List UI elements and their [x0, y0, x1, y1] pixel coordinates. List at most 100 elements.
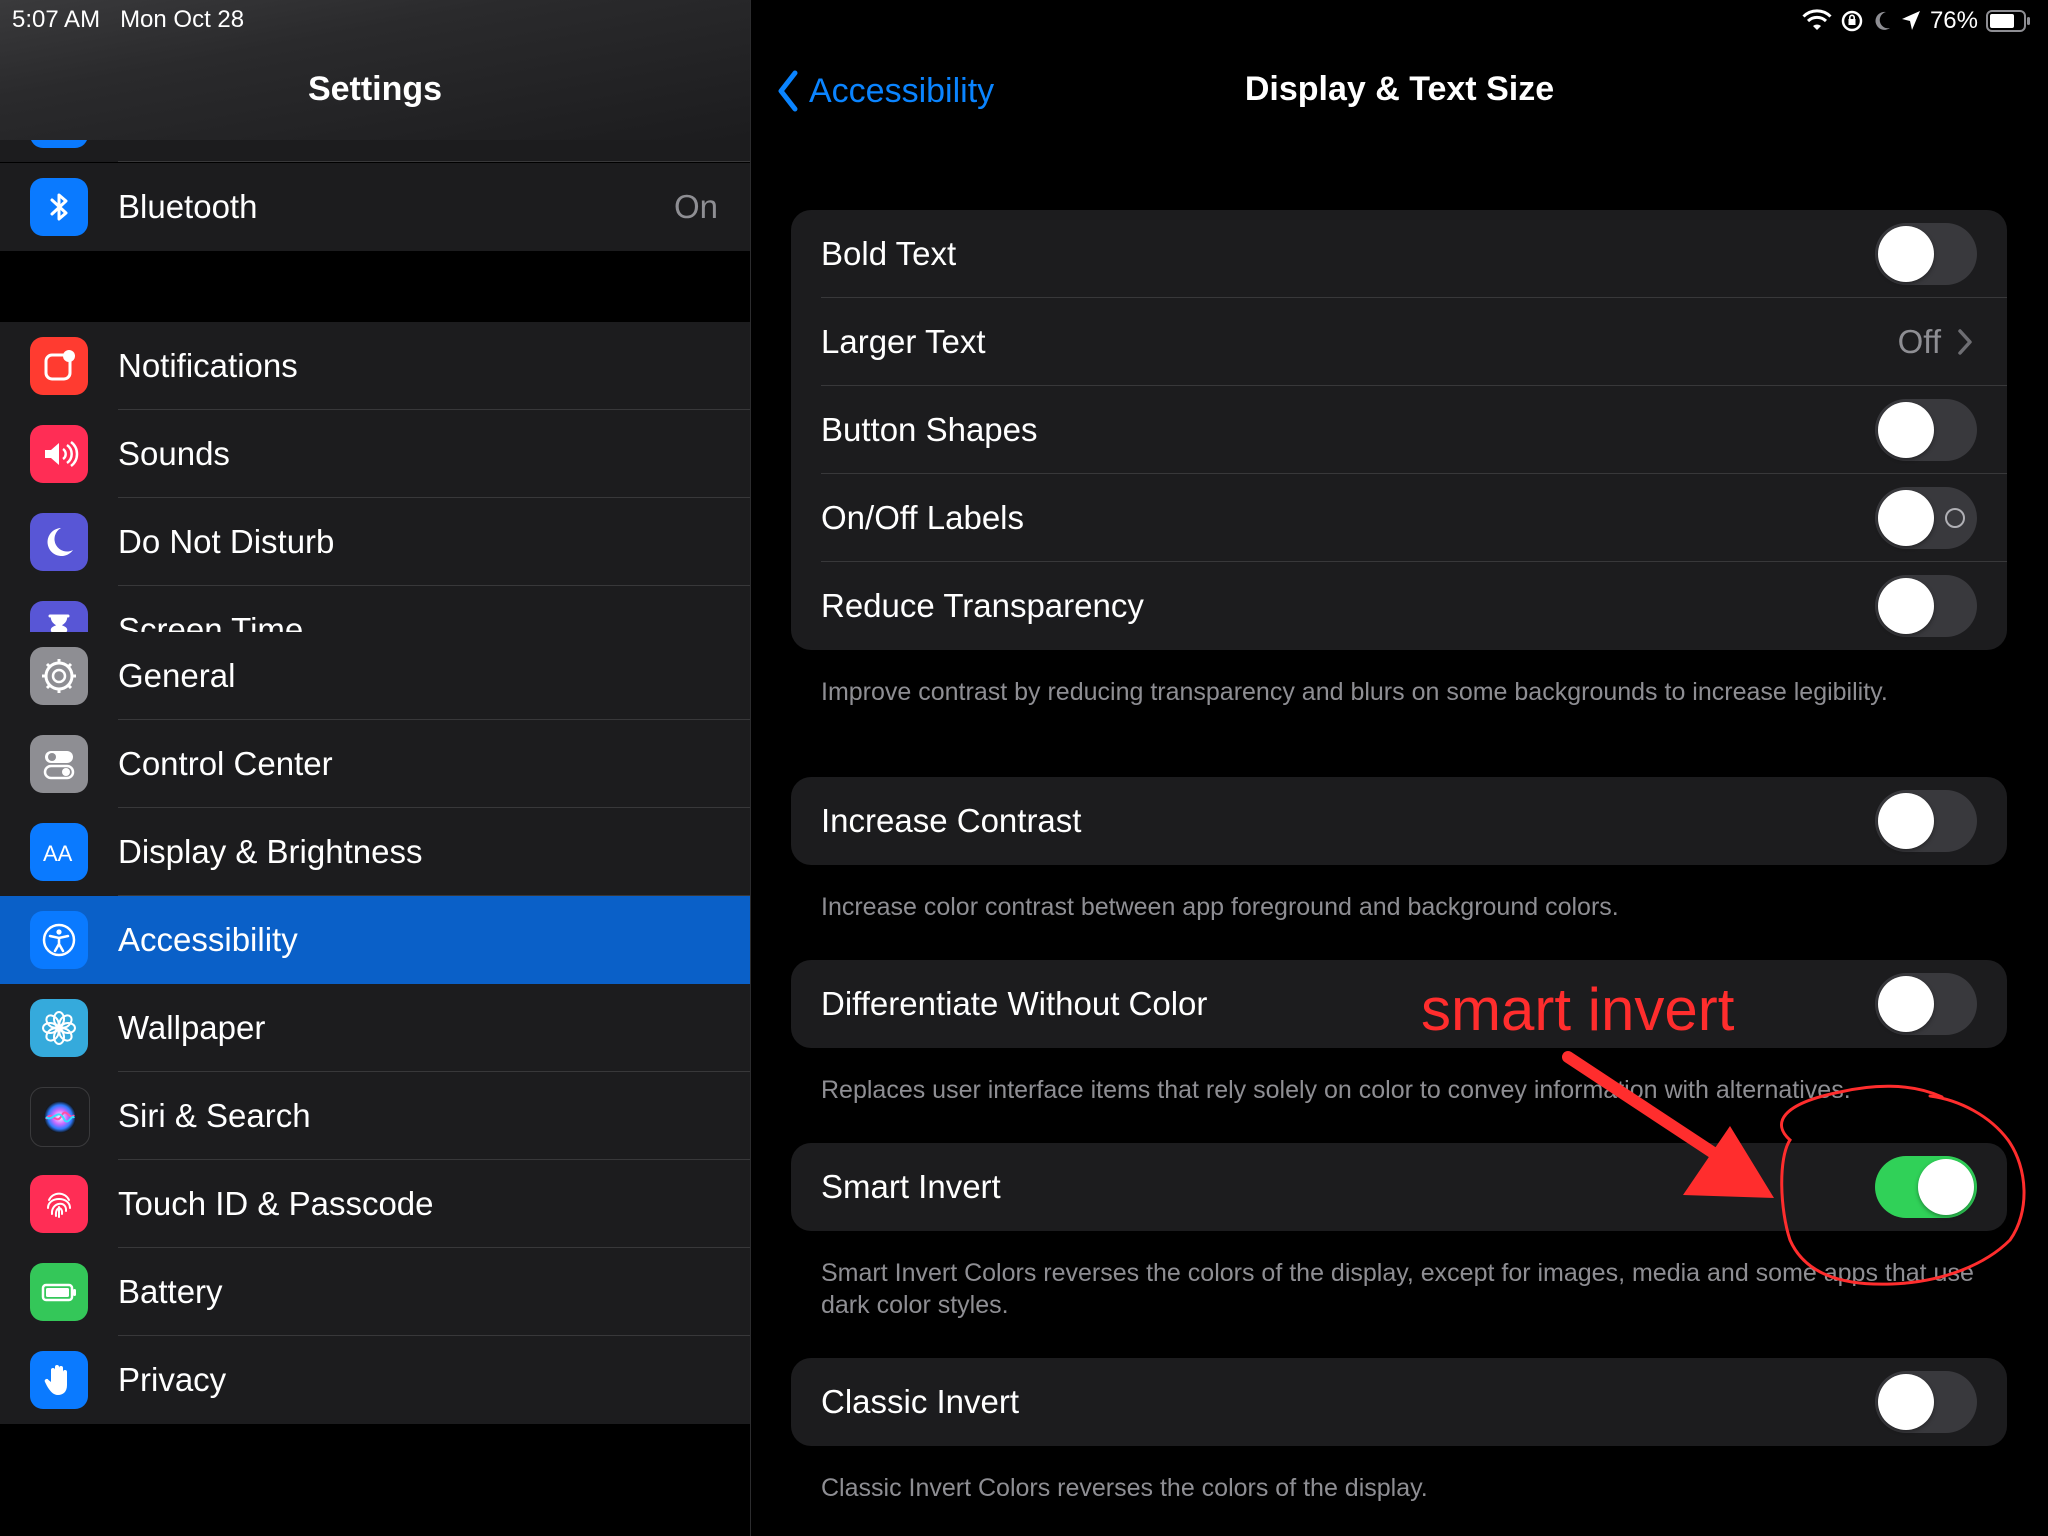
battery-icon	[30, 1263, 88, 1321]
settings-sidebar: 5:07 AM Mon Oct 28 Settings Bluetooth On No…	[0, 0, 751, 1536]
toggle-knob	[1878, 226, 1934, 282]
section-footer: Smart Invert Colors reverses the colors …	[821, 1259, 1974, 1319]
reduce-transparency-toggle[interactable]	[1875, 575, 1977, 637]
sidebar-item-accessibility[interactable]: Accessibility	[0, 896, 750, 984]
switches-icon	[30, 735, 88, 793]
sidebar-group: Bluetooth On	[0, 163, 750, 251]
setting-row-on-off-labels: On/Off Labels	[791, 474, 2007, 562]
chevron-right-icon	[1955, 326, 1975, 358]
sidebar-item-label: Wallpaper	[118, 1009, 266, 1046]
differentiate-without-color-toggle[interactable]	[1875, 973, 1977, 1035]
setting-label: Differentiate Without Color	[821, 985, 1208, 1022]
sidebar-item-privacy[interactable]: Privacy	[0, 1336, 750, 1424]
siri-icon	[30, 1087, 90, 1147]
increase-contrast-toggle[interactable]	[1875, 790, 1977, 852]
row-separator	[118, 161, 750, 162]
bold-text-toggle[interactable]	[1875, 223, 1977, 285]
sidebar-item-label: Siri & Search	[118, 1097, 311, 1134]
setting-label: Increase Contrast	[821, 802, 1082, 839]
location-icon	[1901, 11, 1920, 30]
sidebar-item-value: On	[673, 188, 718, 225]
classic-invert-toggle[interactable]	[1875, 1371, 1977, 1433]
detail-pane: 76% Accessibility Display & Text Size Bo…	[751, 0, 2048, 1536]
toggle-knob	[1878, 402, 1934, 458]
sidebar-item-label: Control Center	[118, 745, 333, 782]
sidebar-item-touch-id-and-passcode[interactable]: Touch ID & Passcode	[0, 1160, 750, 1248]
sidebar-item-wallpaper[interactable]: Wallpaper	[0, 984, 750, 1072]
setting-label: Larger Text	[821, 323, 986, 360]
notifications-icon	[30, 337, 88, 395]
speaker-icon	[30, 425, 88, 483]
sidebar-item-label: Bluetooth	[118, 188, 258, 225]
sidebar-group: Notifications Sounds Do Not Disturb Screen …	[0, 322, 750, 674]
toggle-knob	[1878, 976, 1934, 1032]
setting-row-larger-text[interactable]: Larger Text Off	[791, 298, 2007, 386]
setting-row-classic-invert: Classic Invert	[791, 1358, 2007, 1446]
sidebar-item-bluetooth[interactable]: Bluetooth On	[0, 163, 750, 251]
svg-text:AA: AA	[43, 841, 73, 866]
sidebar-item-label: General	[118, 657, 236, 694]
setting-row-differentiate-without-color: Differentiate Without Color	[791, 960, 2007, 1048]
setting-row-bold-text: Bold Text	[791, 210, 2007, 298]
setting-label: Smart Invert	[821, 1168, 1001, 1205]
bluetooth-icon	[30, 178, 88, 236]
settings-section: Smart Invert	[791, 1143, 2007, 1231]
toggle-knob	[1878, 793, 1934, 849]
moon-status-icon	[1875, 11, 1890, 30]
sidebar-item-sounds[interactable]: Sounds	[0, 410, 750, 498]
setting-label: On/Off Labels	[821, 499, 1025, 536]
sidebar-item-label: Sounds	[118, 435, 230, 472]
sidebar-item-notifications[interactable]: Notifications	[0, 322, 750, 410]
smart-invert-toggle[interactable]	[1875, 1156, 1977, 1218]
battery-percentage: 76%	[1929, 7, 1978, 34]
sidebar-item-label: Display & Brightness	[118, 833, 423, 870]
sidebar-item-label: Do Not Disturb	[118, 523, 335, 560]
battery-status-icon	[1986, 10, 2030, 32]
flower-icon	[30, 999, 88, 1057]
sidebar-item-do-not-disturb[interactable]: Do Not Disturb	[0, 498, 750, 586]
hand-icon	[30, 1351, 88, 1409]
setting-row-increase-contrast: Increase Contrast	[791, 777, 2007, 865]
setting-row-button-shapes: Button Shapes	[791, 386, 2007, 474]
orientation-lock-icon	[1841, 10, 1863, 32]
sidebar-item-label: Battery	[118, 1273, 223, 1310]
accessibility-icon	[30, 911, 88, 969]
setting-label: Button Shapes	[821, 411, 1038, 448]
text-size-icon: AA	[30, 823, 88, 881]
status-date: Mon Oct 28	[120, 6, 245, 33]
toggle-knob	[1878, 578, 1934, 634]
setting-label: Classic Invert	[821, 1383, 1020, 1420]
sidebar-item-battery[interactable]: Battery	[0, 1248, 750, 1336]
setting-row-smart-invert: Smart Invert	[791, 1143, 2007, 1231]
sidebar-item-control-center[interactable]: Control Center	[0, 720, 750, 808]
settings-section: Increase Contrast	[791, 777, 2007, 865]
sidebar-item-display-and-brightness[interactable]: AA Display & Brightness	[0, 808, 750, 896]
sidebar-item-label: Notifications	[118, 347, 298, 384]
status-bar-left: 5:07 AM Mon Oct 28	[12, 6, 244, 34]
sidebar-group: General Control Center AA Display & Brightn…	[0, 632, 750, 1424]
settings-section: Classic Invert	[791, 1358, 2007, 1446]
on-off-labels-toggle[interactable]	[1875, 487, 1977, 549]
section-footer: Classic Invert Colors reverses the color…	[821, 1474, 1428, 1502]
status-bar-right: 76%	[1802, 6, 2032, 36]
section-footer: Improve contrast by reducing transparenc…	[821, 678, 1888, 706]
status-time: 5:07 AM	[12, 6, 101, 33]
settings-section: Differentiate Without Color	[791, 960, 2007, 1048]
toggle-knob	[1878, 1374, 1934, 1430]
sidebar-item-label: Touch ID & Passcode	[118, 1185, 434, 1222]
toggle-knob	[1918, 1159, 1974, 1215]
sidebar-item-label: Accessibility	[118, 921, 298, 958]
button-shapes-toggle[interactable]	[1875, 399, 1977, 461]
wifi-icon	[1802, 9, 1832, 30]
sidebar-item-general[interactable]: General	[0, 632, 750, 720]
page-title: Display & Text Size	[1244, 70, 1555, 108]
setting-label: Reduce Transparency	[821, 587, 1144, 624]
section-footer: Replaces user interface items that rely …	[821, 1076, 1851, 1104]
annotation-text: smart invert	[1421, 976, 1735, 1043]
sidebar-item-label: Privacy	[118, 1361, 227, 1398]
setting-row-reduce-transparency: Reduce Transparency	[791, 562, 2007, 650]
sidebar-header: 5:07 AM Mon Oct 28 Settings	[0, 0, 750, 140]
fingerprint-icon	[30, 1175, 88, 1233]
settings-section: Bold Text Larger Text Off Button Shapes On/O…	[791, 210, 2007, 650]
sidebar-item-siri-and-search[interactable]: Siri & Search	[0, 1072, 750, 1160]
